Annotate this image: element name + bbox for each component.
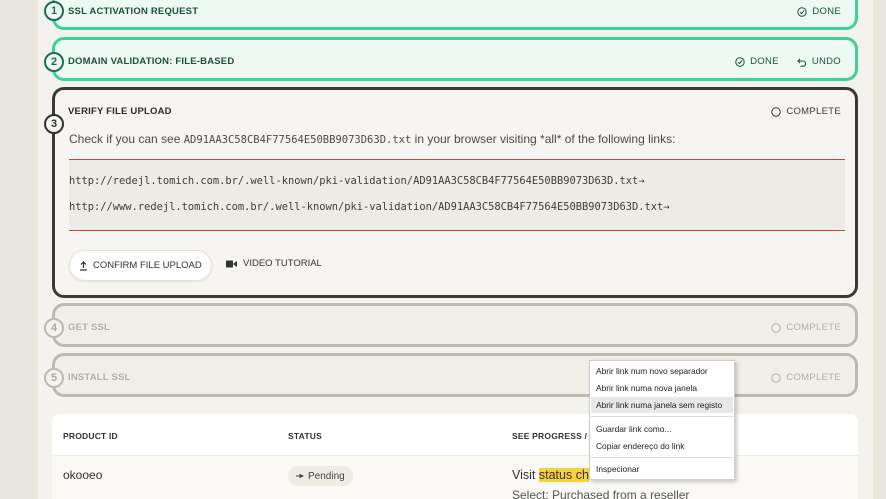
column-header: PRODUCT ID — [63, 431, 118, 441]
circle-icon — [771, 322, 782, 333]
circle-icon — [771, 106, 782, 117]
upload-icon — [80, 260, 87, 271]
confirm-file-upload-button[interactable]: CONFIRM FILE UPLOAD — [69, 250, 212, 281]
filename-code: AD91AA3C58CB4F77564E50BB9073D63D.txt — [183, 134, 412, 146]
complete-label: COMPLETE — [786, 372, 841, 383]
context-menu-item[interactable]: Guardar link como... — [591, 421, 733, 437]
validation-links-box: http://redejl.tomich.com.br/.well-known/… — [69, 159, 845, 231]
status-badge: Pending — [288, 466, 353, 486]
step-title: VERIFY FILE UPLOAD — [68, 106, 172, 117]
done-label: DONE — [812, 6, 841, 17]
context-menu-item[interactable]: Abrir link numa janela sem registo — [591, 397, 733, 413]
complete-button[interactable]: COMPLETE — [771, 106, 841, 117]
visit-text: Visit status ch — [512, 468, 589, 482]
step-domain-validation: 2 DOMAIN VALIDATION: FILE-BASED DONE UND… — [44, 37, 858, 81]
column-header: STATUS — [288, 431, 322, 441]
step-number: 1 — [44, 1, 64, 21]
hourglass-icon — [296, 473, 304, 479]
step-number: 5 — [44, 368, 64, 388]
status-check-link[interactable]: status ch — [538, 468, 589, 482]
done-label: DONE — [750, 56, 779, 67]
done-status: DONE — [797, 6, 841, 17]
context-menu-item[interactable]: Abrir link numa nova janela — [591, 380, 733, 396]
step-title: DOMAIN VALIDATION: FILE-BASED — [68, 56, 235, 67]
undo-icon — [797, 58, 806, 67]
product-id-cell: okooeo — [63, 468, 103, 482]
arrow-right-icon: → — [638, 175, 645, 187]
table-row — [52, 456, 858, 499]
validation-link[interactable]: http://www.redejl.tomich.com.br/.well-kn… — [69, 201, 670, 213]
product-table: PRODUCT ID STATUS SEE PROGRESS / CH okoo… — [52, 414, 858, 499]
step-verify-file-upload: 3 VERIFY FILE UPLOAD COMPLETE Check if y… — [44, 87, 858, 298]
menu-divider — [591, 416, 733, 417]
complete-button[interactable]: COMPLETE — [771, 372, 841, 383]
step-title: INSTALL SSL — [68, 372, 131, 383]
step-ssl-activation-request: 1 SSL ACTIVATION REQUEST DONE — [44, 0, 858, 30]
video-tutorial-button[interactable]: VIDEO TUTORIAL — [226, 258, 322, 269]
arrow-right-icon: → — [663, 201, 670, 213]
context-menu: Abrir link num novo separador Abrir link… — [589, 360, 735, 480]
check-instructions: Check if you can see AD91AA3C58CB4F77564… — [69, 132, 676, 146]
menu-divider — [591, 457, 733, 458]
undo-button[interactable]: UNDO — [797, 56, 841, 67]
check-circle-icon — [797, 6, 808, 17]
validation-link[interactable]: http://redejl.tomich.com.br/.well-known/… — [69, 175, 645, 187]
step-number: 4 — [44, 318, 64, 338]
step-get-ssl: 4 GET SSL COMPLETE — [44, 303, 858, 347]
step-number: 3 — [44, 114, 64, 134]
circle-icon — [771, 372, 782, 383]
step-install-ssl: 5 INSTALL SSL COMPLETE — [44, 353, 858, 397]
context-menu-item[interactable]: Inspecionar — [591, 461, 733, 477]
complete-label: COMPLETE — [786, 322, 841, 333]
complete-label: COMPLETE — [786, 106, 841, 117]
complete-button[interactable]: COMPLETE — [771, 322, 841, 333]
done-status: DONE — [735, 56, 779, 67]
step-title: SSL ACTIVATION REQUEST — [68, 6, 199, 17]
undo-label: UNDO — [811, 56, 841, 67]
context-menu-item[interactable]: Abrir link num novo separador — [591, 363, 733, 379]
step-title: GET SSL — [68, 322, 111, 333]
step-number: 2 — [44, 52, 64, 72]
select-text: Select: Purchased from a reseller — [512, 488, 690, 499]
context-menu-item[interactable]: Copiar endereço do link — [591, 438, 733, 454]
check-circle-icon — [735, 56, 745, 67]
video-camera-icon — [226, 260, 237, 267]
